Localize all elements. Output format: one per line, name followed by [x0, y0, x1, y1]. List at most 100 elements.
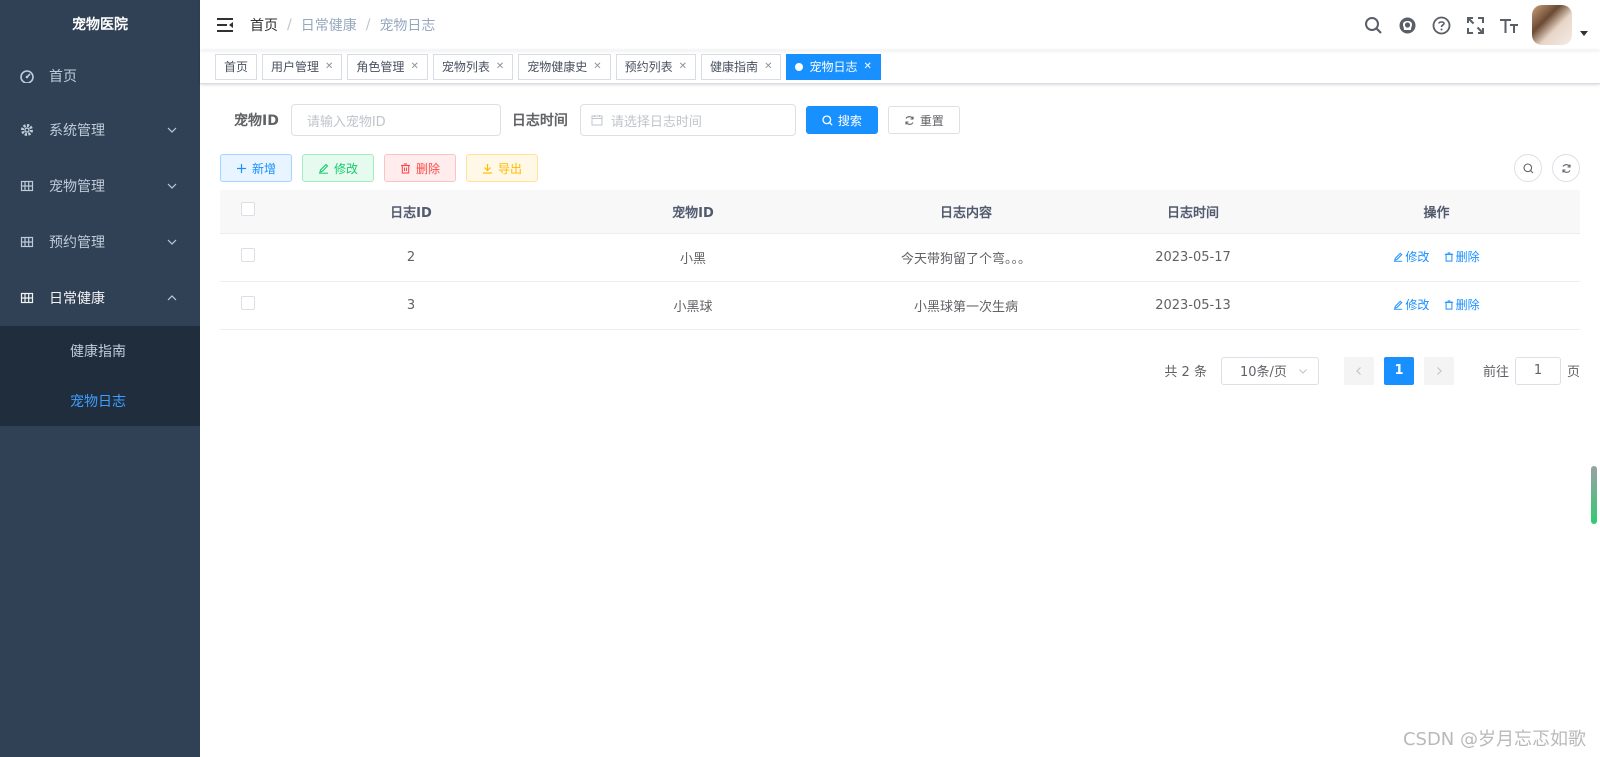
toggle-search-button[interactable] [1514, 154, 1542, 182]
tag-appointment-list[interactable]: 预约列表 ✕ [615, 53, 697, 80]
page-number[interactable]: 1 [1383, 356, 1414, 385]
pagination-total: 共 2 条 [1164, 365, 1207, 380]
tag-pet-log[interactable]: 宠物日志 ✕ [786, 53, 881, 80]
main: 首页 / 日常健康 / 宠物日志 首页 用户管理 ✕ 角色管理 ✕ 宠物列表 ✕… [200, 0, 1600, 757]
pagination: 共 2 条 10条/页 1 前往 1 页 [220, 356, 1580, 385]
chevron-left-icon [1356, 366, 1361, 375]
row-edit-link[interactable]: 修改 [1393, 296, 1429, 313]
sidebar-item-daily-health[interactable]: 日常健康 [0, 270, 200, 326]
close-icon[interactable]: ✕ [496, 55, 504, 79]
column-header: 操作 [1293, 190, 1580, 234]
search-button-label: 搜索 [837, 113, 862, 128]
trash-icon [1444, 300, 1454, 310]
tag-label: 预约列表 [624, 59, 673, 74]
close-icon[interactable]: ✕ [863, 55, 871, 79]
github-icon[interactable] [1390, 0, 1424, 50]
edit-icon [1393, 300, 1403, 310]
sidebar-item-system[interactable]: 系统管理 [0, 102, 200, 158]
column-header: 日志内容 [839, 190, 1093, 234]
cell-actions: 修改 删除 [1293, 233, 1580, 282]
gear-icon [20, 123, 34, 137]
search-icon [1522, 162, 1533, 173]
search-button[interactable]: 搜索 [805, 106, 878, 134]
hamburger-icon[interactable] [200, 0, 250, 50]
log-time-picker[interactable]: 请选择日志时间 [579, 104, 796, 136]
cell-pet-id: 小黑 [547, 233, 839, 282]
reset-button-label: 重置 [919, 113, 944, 128]
sidebar-item-health-guide[interactable]: 健康指南 [0, 326, 200, 376]
caret-down-icon [1580, 26, 1588, 41]
refresh-button[interactable] [1552, 154, 1580, 182]
add-button[interactable]: 新增 [220, 154, 293, 182]
breadcrumb-item[interactable]: 首页 [250, 15, 278, 35]
row-edit-label: 修改 [1405, 298, 1430, 313]
pet-id-input[interactable]: 请输入宠物ID [290, 104, 501, 136]
table-row: 3 小黑球 小黑球第一次生病 2023-05-13 修改 删除 [220, 281, 1580, 330]
row-edit-link[interactable]: 修改 [1393, 248, 1429, 265]
select-all-checkbox[interactable] [240, 202, 255, 217]
edit-button[interactable]: 修改 [302, 154, 375, 182]
sidebar-item-pet[interactable]: 宠物管理 [0, 158, 200, 214]
row-delete-link[interactable]: 删除 [1444, 296, 1480, 313]
help-icon[interactable] [1424, 0, 1458, 50]
close-icon[interactable]: ✕ [325, 55, 333, 79]
tag-label: 宠物健康史 [527, 59, 588, 74]
table-tools [1504, 154, 1580, 182]
tag-label: 健康指南 [710, 59, 759, 74]
tag-user-management[interactable]: 用户管理 ✕ [262, 53, 343, 80]
chevron-up-icon [166, 292, 178, 308]
watermark: CSDN @岁月忘忑如歌 [1402, 729, 1586, 750]
refresh-icon [904, 115, 915, 126]
tag-health-guide[interactable]: 健康指南 ✕ [701, 53, 782, 80]
font-size-icon[interactable] [1492, 0, 1526, 50]
add-button-label: 新增 [252, 161, 277, 176]
search-icon[interactable] [1356, 0, 1390, 50]
goto-page-input[interactable]: 1 [1514, 356, 1561, 385]
page-size-select[interactable]: 10条/页 [1220, 356, 1319, 385]
scroll-indicator[interactable] [1591, 466, 1597, 524]
page-size-value: 10条/页 [1239, 365, 1287, 380]
cell-time: 2023-05-17 [1093, 233, 1293, 282]
page-jump: 前往 1 页 [1483, 356, 1580, 385]
export-button[interactable]: 导出 [466, 154, 539, 182]
user-dropdown[interactable] [1532, 5, 1588, 45]
row-checkbox[interactable] [240, 296, 255, 310]
breadcrumb-item: 日常健康 [300, 18, 357, 34]
calendar-icon [591, 114, 603, 126]
sidebar-item-home[interactable]: 首页 [0, 50, 200, 102]
chevron-down-icon [1298, 366, 1308, 376]
cell-time: 2023-05-13 [1093, 281, 1293, 330]
fullscreen-icon[interactable] [1458, 0, 1492, 50]
sidebar-item-pet-log[interactable]: 宠物日志 [0, 376, 200, 426]
cell-content: 小黑球第一次生病 [839, 281, 1093, 330]
close-icon[interactable]: ✕ [679, 55, 687, 79]
row-delete-label: 删除 [1455, 298, 1480, 313]
row-delete-link[interactable]: 删除 [1444, 248, 1480, 265]
navbar: 首页 / 日常健康 / 宠物日志 [200, 0, 1600, 50]
sidebar-item-appointment[interactable]: 预约管理 [0, 214, 200, 270]
cell-pet-id: 小黑球 [547, 281, 839, 330]
active-dot-icon [795, 62, 804, 71]
edit-icon [318, 163, 329, 174]
chevron-down-icon [166, 124, 178, 140]
toolbar: 新增 修改 删除 导出 [220, 154, 1580, 182]
tag-role-management[interactable]: 角色管理 ✕ [347, 53, 428, 80]
column-header: 日志时间 [1093, 190, 1293, 234]
tag-pet-list[interactable]: 宠物列表 ✕ [432, 53, 514, 80]
prev-page-button[interactable] [1343, 356, 1374, 385]
delete-button[interactable]: 删除 [384, 154, 457, 182]
reset-button[interactable]: 重置 [887, 106, 960, 134]
cell-actions: 修改 删除 [1293, 281, 1580, 330]
close-icon[interactable]: ✕ [764, 55, 772, 79]
chevron-down-icon [166, 236, 178, 252]
next-page-button[interactable] [1423, 356, 1454, 385]
row-checkbox[interactable] [240, 248, 255, 262]
tags-view: 首页 用户管理 ✕ 角色管理 ✕ 宠物列表 ✕ 宠物健康史 ✕ 预约列表 ✕ 健康指南 ✕ … [200, 50, 1600, 84]
tag-pet-health-history[interactable]: 宠物健康史 ✕ [518, 53, 611, 80]
tag-home[interactable]: 首页 [215, 53, 258, 80]
row-edit-label: 修改 [1405, 250, 1430, 265]
grid-icon [20, 179, 34, 193]
search-form: 宠物ID 请输入宠物ID 日志时间 请选择日志时间 搜索 重置 [220, 104, 1580, 136]
close-icon[interactable]: ✕ [410, 55, 418, 79]
close-icon[interactable]: ✕ [593, 55, 601, 79]
